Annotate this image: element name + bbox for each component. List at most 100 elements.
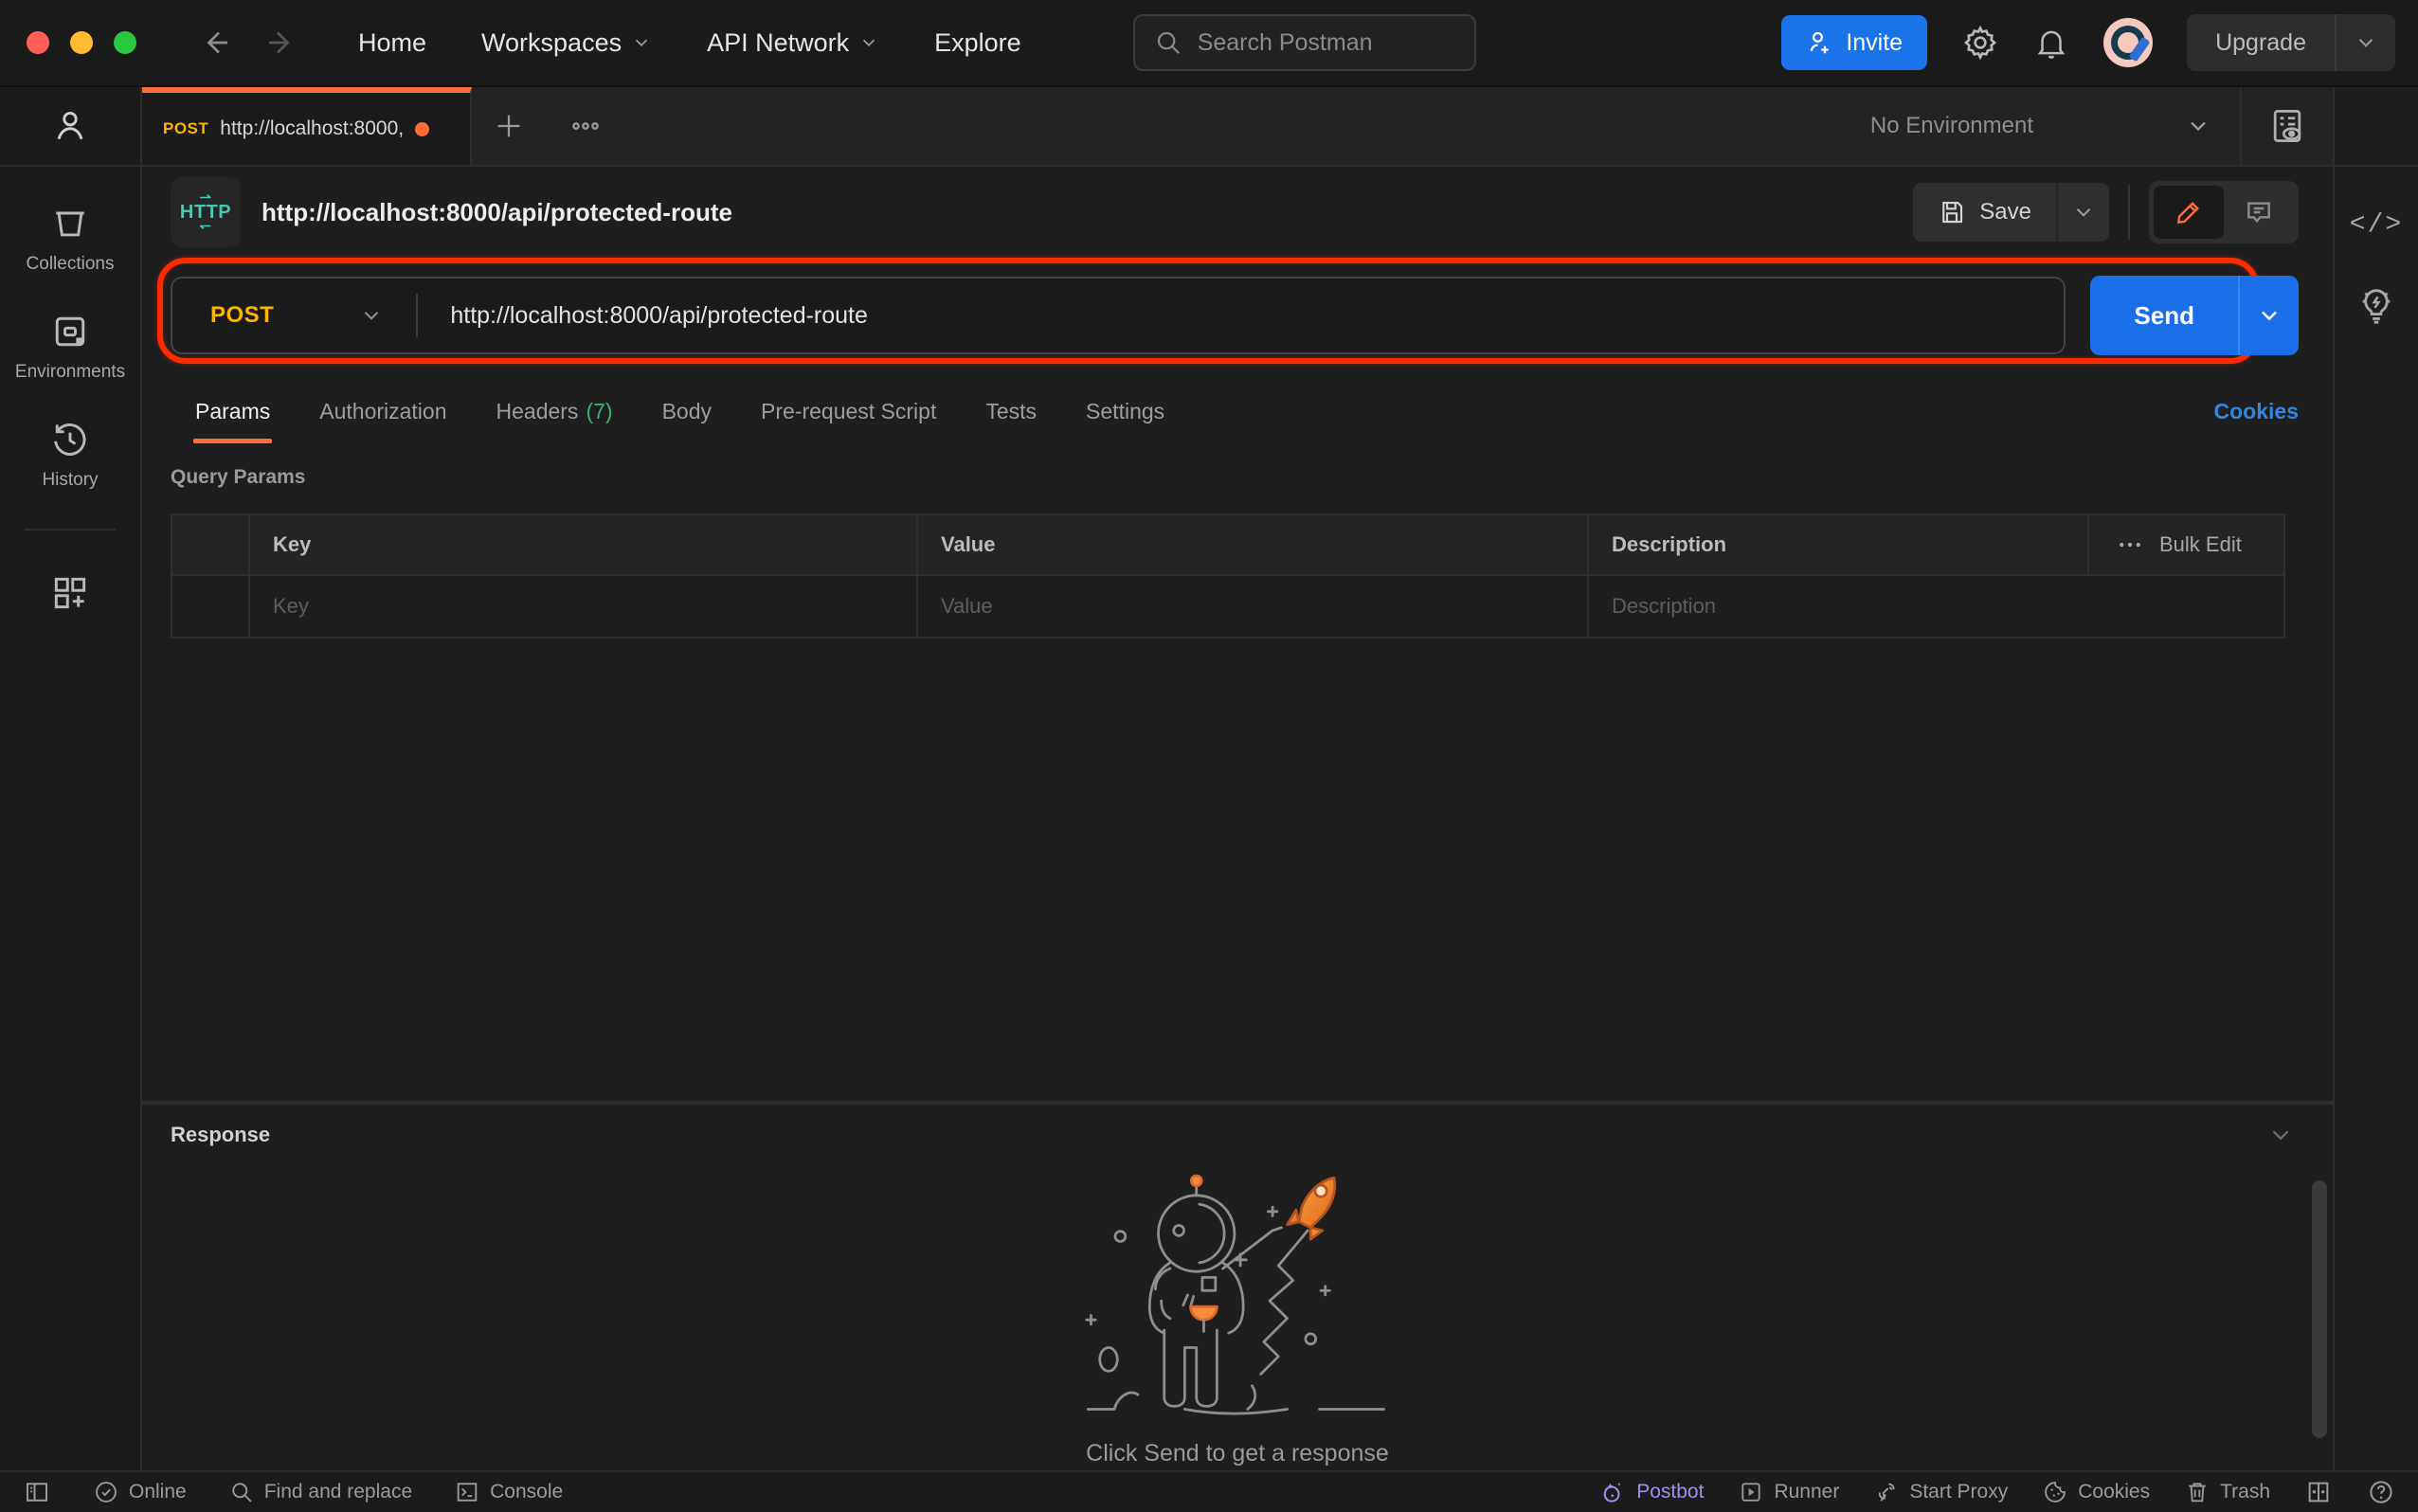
search-input[interactable]: Search Postman xyxy=(1132,14,1476,71)
url-input[interactable]: http://localhost:8000/api/protected-rout… xyxy=(418,302,868,330)
tab-headers[interactable]: Headers (7) xyxy=(472,382,638,441)
console-icon xyxy=(454,1479,480,1505)
check-circle-icon xyxy=(93,1479,119,1505)
chevron-down-icon xyxy=(359,303,384,328)
find-and-replace-button[interactable]: Find and replace xyxy=(211,1479,429,1505)
nav-api-network[interactable]: API Network xyxy=(686,17,900,69)
chevron-down-icon[interactable] xyxy=(2335,14,2395,71)
postbot-button[interactable]: Postbot xyxy=(1581,1478,1721,1506)
bulk-edit-button[interactable]: Bulk Edit xyxy=(2089,515,2283,574)
key-input[interactable] xyxy=(273,594,893,619)
request-title: http://localhost:8000/api/protected-rout… xyxy=(262,197,732,226)
response-header[interactable]: Response xyxy=(142,1105,2333,1165)
tab-pre-request-script[interactable]: Pre-request Script xyxy=(736,382,961,441)
nav-api-network-label: API Network xyxy=(707,27,850,57)
right-sidebar-top xyxy=(2335,87,2418,167)
configure-sidebar-button[interactable] xyxy=(49,572,91,614)
main-pane: POST http://localhost:8000, No Environme… xyxy=(142,87,2333,1470)
invite-button[interactable]: Invite xyxy=(1781,15,1928,70)
chevron-down-icon xyxy=(2185,113,2211,139)
headers-count-badge: (7) xyxy=(586,398,613,423)
method-selector[interactable]: POST xyxy=(172,302,416,329)
column-header-value: Value xyxy=(918,515,1589,574)
window-controls xyxy=(27,31,136,54)
cookies-label: Cookies xyxy=(2078,1481,2151,1503)
settings-gear-icon[interactable] xyxy=(1961,24,1999,62)
save-options-chevron[interactable] xyxy=(2056,183,2109,242)
request-tab[interactable]: POST http://localhost:8000, xyxy=(142,87,472,165)
code-snippet-icon[interactable]: </> xyxy=(2350,210,2403,240)
body-row: Collections Environments History POST ht… xyxy=(0,87,2418,1470)
comment-icon xyxy=(2244,197,2274,227)
tab-settings[interactable]: Settings xyxy=(1061,382,1189,441)
minimize-window-button[interactable] xyxy=(70,31,93,54)
request-pane: ⇀ HTTP ↽ http://localhost:8000/api/prote… xyxy=(142,167,2333,1101)
http-arrow-glyph: ↽ xyxy=(199,218,212,234)
zoom-window-button[interactable] xyxy=(114,31,136,54)
environment-selector[interactable]: No Environment xyxy=(1842,113,2240,139)
environment-area: No Environment xyxy=(1842,87,2333,165)
chevron-down-icon[interactable] xyxy=(2266,1121,2295,1149)
send-options-chevron[interactable] xyxy=(2238,276,2299,355)
description-input-cell[interactable] xyxy=(1589,576,2283,637)
invite-label: Invite xyxy=(1846,28,1904,56)
top-bar-right: Invite Upgrade xyxy=(1781,14,2395,71)
new-tab-button[interactable] xyxy=(472,87,546,165)
top-bar: Home Workspaces API Network Explore Sear… xyxy=(0,0,2418,87)
tab-params[interactable]: Params xyxy=(171,382,295,443)
trash-label: Trash xyxy=(2220,1481,2270,1503)
chevron-down-icon xyxy=(858,32,879,53)
console-button[interactable]: Console xyxy=(437,1479,580,1505)
save-button[interactable]: Save xyxy=(1913,183,2056,242)
proxy-satellite-icon xyxy=(1873,1479,1900,1505)
two-pane-view-button[interactable] xyxy=(2287,1478,2350,1506)
edit-comment-toggle xyxy=(2149,181,2299,243)
status-bar-right: Postbot Runner Start Proxy Cookies Trash xyxy=(1581,1478,2395,1506)
edit-pencil-button[interactable] xyxy=(2154,186,2224,239)
value-input[interactable] xyxy=(941,594,1564,619)
url-row: POST http://localhost:8000/api/protected… xyxy=(142,258,2333,373)
forward-arrow-icon[interactable] xyxy=(263,26,298,60)
back-arrow-icon[interactable] xyxy=(199,26,233,60)
postbot-icon xyxy=(1598,1478,1627,1506)
value-input-cell[interactable] xyxy=(918,576,1589,637)
description-input[interactable] xyxy=(1612,594,2261,619)
sidebar-item-profile[interactable] xyxy=(0,87,140,167)
tab-body[interactable]: Body xyxy=(638,382,736,441)
method-label: POST xyxy=(210,302,275,328)
grid-plus-icon xyxy=(49,572,91,614)
runner-button[interactable]: Runner xyxy=(1721,1479,1856,1505)
tab-options-button[interactable] xyxy=(546,87,625,165)
nav-workspaces[interactable]: Workspaces xyxy=(460,17,673,69)
online-status[interactable]: Online xyxy=(76,1479,204,1505)
help-button[interactable] xyxy=(2350,1478,2395,1506)
start-proxy-button[interactable]: Start Proxy xyxy=(1856,1479,2025,1505)
toggle-sidebar-button[interactable] xyxy=(23,1478,68,1506)
upgrade-button[interactable]: Upgrade xyxy=(2187,14,2395,71)
lightbulb-bolt-icon[interactable] xyxy=(2355,283,2398,327)
avatar[interactable] xyxy=(2103,18,2154,67)
sidebar-item-environments[interactable]: Environments xyxy=(15,311,125,383)
comment-button[interactable] xyxy=(2224,186,2294,239)
trash-button[interactable]: Trash xyxy=(2167,1479,2287,1505)
environment-quick-look-icon[interactable] xyxy=(2242,105,2333,147)
cookies-link[interactable]: Cookies xyxy=(2214,399,2299,424)
search-icon xyxy=(1154,28,1182,57)
tab-authorization-label: Authorization xyxy=(319,398,447,423)
runner-play-icon xyxy=(1738,1479,1764,1505)
tab-tests[interactable]: Tests xyxy=(961,382,1061,441)
nav-home[interactable]: Home xyxy=(337,17,447,69)
key-input-cell[interactable] xyxy=(250,576,918,637)
nav-explore[interactable]: Explore xyxy=(913,17,1042,69)
notifications-bell-icon[interactable] xyxy=(2033,25,2069,61)
sidebar-item-history[interactable]: History xyxy=(42,419,99,491)
send-button[interactable]: Send xyxy=(2090,276,2238,355)
row-select-cell[interactable] xyxy=(172,576,250,637)
tab-authorization[interactable]: Authorization xyxy=(295,382,471,441)
close-window-button[interactable] xyxy=(27,31,49,54)
tab-title: http://localhost:8000, xyxy=(220,117,405,139)
sidebar-item-collections[interactable]: Collections xyxy=(27,203,114,275)
send-label: Send xyxy=(2134,300,2194,330)
response-scrollbar[interactable] xyxy=(2312,1180,2327,1438)
cookies-button[interactable]: Cookies xyxy=(2025,1479,2167,1505)
